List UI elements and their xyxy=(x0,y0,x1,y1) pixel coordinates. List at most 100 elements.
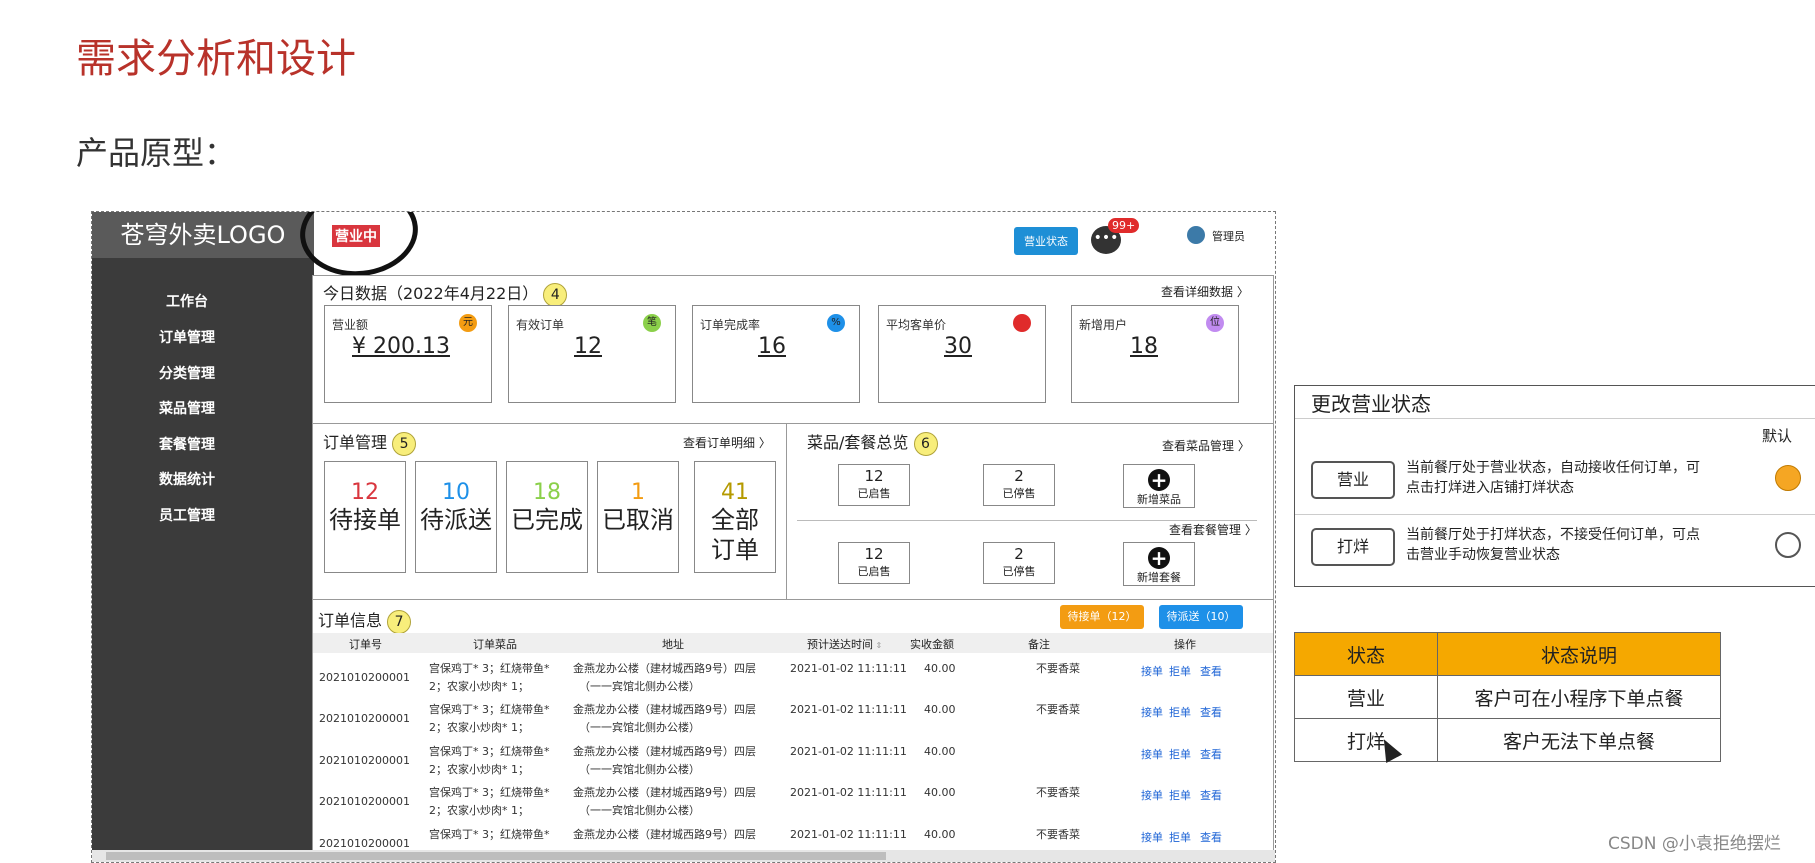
view-combo-management-link[interactable]: 查看套餐管理 〉 xyxy=(1169,521,1257,538)
combo-off-sale-count: 2 xyxy=(1014,545,1024,563)
dish-overview-title-text: 菜品/套餐总览 xyxy=(807,433,909,452)
order-eta: 2021-01-02 11:11:11 xyxy=(790,786,907,799)
order-eta: 2021-01-02 11:11:11 xyxy=(790,703,907,716)
metric-value: 30 xyxy=(944,334,972,359)
dishes-line: 宫保鸡丁* 3；红烧带鱼* xyxy=(429,786,550,799)
metric-label: 新增用户 xyxy=(1079,318,1128,332)
sidebar-item-statistics[interactable]: 数据统计 xyxy=(92,469,282,489)
sidebar-item-combos[interactable]: 套餐管理 xyxy=(92,434,282,454)
open-radio[interactable] xyxy=(1775,465,1801,491)
plus-icon: + xyxy=(1148,547,1170,569)
order-status-label: 待接单 xyxy=(329,506,401,534)
address-line: （一一宾馆北侧办公楼） xyxy=(579,721,700,734)
order-id: 2021010200001 xyxy=(319,671,410,684)
reject-order-link[interactable]: 拒单 xyxy=(1169,787,1191,803)
reject-order-link[interactable]: 拒单 xyxy=(1169,663,1191,679)
order-id: 2021010200001 xyxy=(319,754,410,767)
close-desc-line: 当前餐厅处于打烊状态，不接受任何订单，可点 xyxy=(1406,527,1700,543)
dishes-line: 2；农家小炒肉* 1； xyxy=(429,804,529,817)
today-data-title-text: 今日数据（2022年4月22日） xyxy=(323,284,539,303)
order-box-all[interactable]: 41 全部 订单 xyxy=(694,461,776,573)
open-description: 当前餐厅处于营业状态，自动接收任何订单，可 点击打烊进入店铺打烊状态 xyxy=(1406,458,1700,498)
view-order-link[interactable]: 查看 xyxy=(1200,829,1222,845)
view-order-link[interactable]: 查看 xyxy=(1200,663,1222,679)
pending-orders-button[interactable]: 待接单（12） xyxy=(1060,605,1144,629)
order-status-label: 全部 订单 xyxy=(711,506,759,564)
view-order-link[interactable]: 查看 xyxy=(1200,787,1222,803)
section-number-badge: 7 xyxy=(387,609,412,634)
add-dish-button[interactable]: + 新增菜品 xyxy=(1123,464,1195,508)
table-header: 订单号 订单菜品 地址 预计送达时间 ⇕ 实收金额 备注 操作 xyxy=(313,633,1273,653)
combo-on-sale-box[interactable]: 12 已启售 xyxy=(838,542,910,584)
view-detail-data-link[interactable]: 查看详细数据 〉 xyxy=(1161,283,1249,300)
metric-card-valid-orders[interactable]: 有效订单 笔 12 xyxy=(508,305,676,403)
reject-order-link[interactable]: 拒单 xyxy=(1169,829,1191,845)
watermark: CSDN @小袁拒绝摆烂 xyxy=(1608,834,1781,854)
business-status-button[interactable]: 营业状态 xyxy=(1014,227,1078,255)
chevron-right-icon: 〉 xyxy=(758,436,771,450)
sidebar-item-dishes[interactable]: 菜品管理 xyxy=(92,398,282,418)
accept-order-link[interactable]: 接单 xyxy=(1141,663,1163,679)
user-icon: 位 xyxy=(1206,314,1224,332)
metric-value: 16 xyxy=(758,334,786,359)
view-dish-management-text: 查看菜品管理 xyxy=(1162,439,1235,453)
view-order-detail-link[interactable]: 查看订单明细 〉 xyxy=(683,434,771,451)
metric-card-avg-price[interactable]: 平均客单价 30 xyxy=(878,305,1046,403)
combo-off-sale-label: 已停售 xyxy=(1002,565,1036,578)
scrollbar-thumb[interactable] xyxy=(106,852,886,860)
sidebar-item-categories[interactable]: 分类管理 xyxy=(92,363,282,383)
open-desc-line: 当前餐厅处于营业状态，自动接收任何订单，可 xyxy=(1406,460,1700,476)
status-cell: 营业 xyxy=(1294,675,1438,719)
avatar[interactable] xyxy=(1187,226,1205,244)
dish-on-sale-box[interactable]: 12 已启售 xyxy=(838,464,910,506)
order-management-panel: 订单管理 5 查看订单明细 〉 12 待接单 10 待派送 18 已完成 1 已… xyxy=(312,423,789,611)
view-dish-management-link[interactable]: 查看菜品管理 〉 xyxy=(1162,437,1250,454)
view-order-link[interactable]: 查看 xyxy=(1200,746,1222,762)
sidebar-item-workbench[interactable]: 工作台 xyxy=(92,291,282,311)
accept-order-link[interactable]: 接单 xyxy=(1141,829,1163,845)
status-table: 状态 状态说明 营业 客户可在小程序下单点餐 打烊 客户无法下单点餐 xyxy=(1294,632,1721,762)
accept-order-link[interactable]: 接单 xyxy=(1141,787,1163,803)
admin-name[interactable]: 管理员 xyxy=(1212,228,1245,244)
sidebar-item-employees[interactable]: 员工管理 xyxy=(92,505,282,525)
order-box-to-deliver[interactable]: 10 待派送 xyxy=(415,461,497,573)
metric-card-new-users[interactable]: 新增用户 位 18 xyxy=(1071,305,1239,403)
address-line: （一一宾馆北侧办公楼） xyxy=(579,680,700,693)
page-title: 需求分析和设计 xyxy=(76,36,356,82)
close-description: 当前餐厅处于打烊状态，不接受任何订单，可点 击营业手动恢复营业状态 xyxy=(1406,525,1700,565)
order-count: 10 xyxy=(442,480,470,505)
metric-card-completion-rate[interactable]: 订单完成率 % 16 xyxy=(692,305,860,403)
address-line: 金燕龙办公楼（建材城西路9号）四层 xyxy=(573,662,756,675)
add-combo-button[interactable]: + 新增套餐 xyxy=(1123,542,1195,586)
reject-order-link[interactable]: 拒单 xyxy=(1169,704,1191,720)
metric-card-revenue[interactable]: 营业额 元 ¥ 200.13 xyxy=(324,305,492,403)
status-desc-cell: 客户可在小程序下单点餐 xyxy=(1437,675,1721,719)
view-detail-data-text: 查看详细数据 xyxy=(1161,285,1234,299)
close-button[interactable]: 打烊 xyxy=(1311,528,1395,566)
order-box-pending[interactable]: 12 待接单 xyxy=(324,461,406,573)
order-dishes: 宫保鸡丁* 3；红烧带鱼* 2；农家小炒肉* 1； xyxy=(429,660,550,696)
to-deliver-orders-button[interactable]: 待派送（10） xyxy=(1159,605,1243,629)
accept-order-link[interactable]: 接单 xyxy=(1141,704,1163,720)
order-box-completed[interactable]: 18 已完成 xyxy=(506,461,588,573)
order-box-cancelled[interactable]: 1 已取消 xyxy=(597,461,679,573)
order-address: 金燕龙办公楼（建材城西路9号）四层 （一一宾馆北侧办公楼） xyxy=(573,743,756,779)
combo-off-sale-box[interactable]: 2 已停售 xyxy=(983,542,1055,584)
dish-off-sale-count: 2 xyxy=(1014,467,1024,485)
order-count: 18 xyxy=(533,480,561,505)
dishes-line: 宫保鸡丁* 3；红烧带鱼* xyxy=(429,662,550,675)
reject-order-link[interactable]: 拒单 xyxy=(1169,746,1191,762)
dish-off-sale-box[interactable]: 2 已停售 xyxy=(983,464,1055,506)
open-button[interactable]: 营业 xyxy=(1311,461,1395,499)
sidebar-item-orders[interactable]: 订单管理 xyxy=(92,327,282,347)
order-address: 金燕龙办公楼（建材城西路9号）四层 （一一宾馆北侧办公楼） xyxy=(573,660,756,696)
table-row: 2021010200001 宫保鸡丁* 3；红烧带鱼* 2；农家小炒肉* 1； 金燕龙… xyxy=(313,743,1273,781)
accept-order-link[interactable]: 接单 xyxy=(1141,746,1163,762)
order-status-label: 已取消 xyxy=(602,506,674,534)
section-number-badge: 6 xyxy=(913,431,938,456)
close-radio[interactable] xyxy=(1775,532,1801,558)
metric-label: 订单完成率 xyxy=(700,318,761,332)
view-order-link[interactable]: 查看 xyxy=(1200,704,1222,720)
order-management-title-text: 订单管理 xyxy=(323,433,388,452)
col-eta[interactable]: 预计送达时间 ⇕ xyxy=(807,636,882,652)
